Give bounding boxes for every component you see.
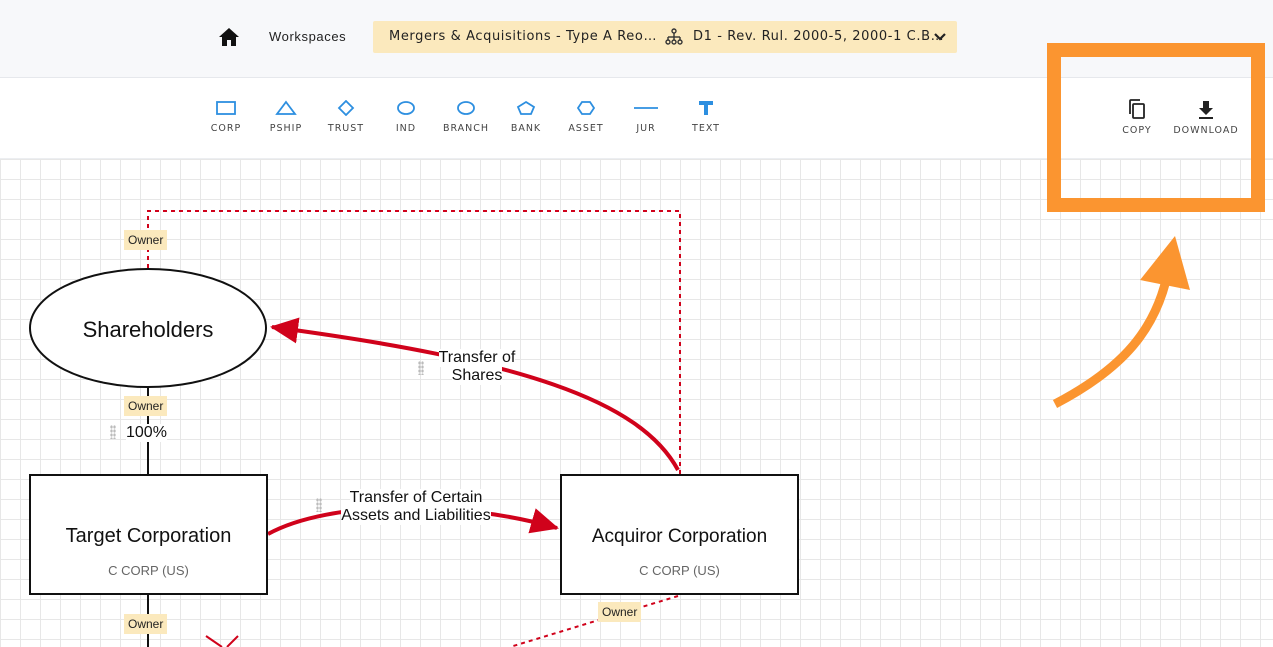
- workspace-title[interactable]: Mergers & Acquisitions - Type A Reo…: [389, 29, 657, 44]
- tool-text[interactable]: TEXT: [676, 100, 736, 134]
- copy-label: COPY: [1122, 125, 1152, 136]
- shape-toolbar: CORP PSHIP TRUST IND BRANCH BANK ASSET J…: [0, 78, 1273, 159]
- tool-jur[interactable]: JUR: [616, 100, 676, 134]
- download-icon: [1199, 101, 1213, 119]
- target-type: C CORP (US): [108, 563, 189, 578]
- diamond-icon: [337, 100, 355, 116]
- acquiror-type: C CORP (US): [639, 563, 720, 578]
- tool-ind[interactable]: IND: [376, 100, 436, 134]
- tool-trust[interactable]: TRUST: [316, 100, 376, 134]
- download-button[interactable]: DOWNLOAD: [1170, 98, 1242, 136]
- tool-branch[interactable]: BRANCH: [436, 100, 496, 134]
- rectangle-icon: [216, 101, 236, 115]
- tool-corp[interactable]: CORP: [196, 100, 256, 134]
- tool-pship[interactable]: PSHIP: [256, 100, 316, 134]
- acquiror-name: Acquiror Corporation: [591, 526, 768, 547]
- workspaces-link[interactable]: Workspaces: [269, 29, 346, 44]
- transfer-assets-line2: Assets and Liabilities: [341, 507, 491, 525]
- copy-icon: [1129, 99, 1145, 119]
- shareholders-name: Shareholders: [82, 317, 214, 342]
- pentagon-icon: [516, 100, 536, 115]
- target-node[interactable]: Target Corporation C CORP (US): [31, 476, 266, 593]
- owner-tag[interactable]: Owner: [598, 602, 642, 622]
- acquiror-node[interactable]: Acquiror Corporation C CORP (US): [562, 476, 797, 593]
- download-label: DOWNLOAD: [1173, 125, 1239, 136]
- hexagon-icon: [576, 101, 596, 115]
- ellipse-icon: [397, 101, 415, 115]
- transfer-shares-label[interactable]: Transfer of Shares: [427, 349, 527, 385]
- drag-handle-icon[interactable]: [418, 361, 424, 375]
- tool-label: JUR: [636, 123, 656, 134]
- tool-label: PSHIP: [269, 123, 303, 134]
- text-icon: [699, 101, 713, 115]
- transfer-assets-line1: Transfer of Certain: [349, 489, 483, 507]
- breadcrumb[interactable]: Mergers & Acquisitions - Type A Reo… D1 …: [373, 21, 957, 53]
- transfer-shares-line2: Shares: [451, 367, 503, 385]
- owner-tag[interactable]: Owner: [124, 614, 168, 634]
- drag-handle-icon[interactable]: [316, 498, 322, 512]
- home-icon[interactable]: [218, 27, 240, 47]
- owner-tag[interactable]: Owner: [124, 230, 168, 250]
- ownership-percentage[interactable]: 100%: [126, 424, 167, 442]
- top-navigation-bar: Workspaces Mergers & Acquisitions - Type…: [0, 0, 1273, 78]
- transfer-shares-line1: Transfer of: [438, 349, 516, 367]
- chevron-down-icon[interactable]: [933, 30, 947, 48]
- line-icon: [634, 107, 658, 109]
- tool-label: IND: [395, 123, 417, 134]
- transfer-assets-label[interactable]: Transfer of Certain Assets and Liabiliti…: [326, 489, 506, 525]
- org-chart-icon: [665, 28, 683, 50]
- owner-tag[interactable]: Owner: [124, 396, 168, 416]
- tool-bank[interactable]: BANK: [496, 100, 556, 134]
- copy-button[interactable]: COPY: [1118, 98, 1156, 136]
- tool-label: ASSET: [568, 123, 604, 134]
- tool-label: BRANCH: [442, 123, 490, 134]
- tool-asset[interactable]: ASSET: [556, 100, 616, 134]
- triangle-icon: [275, 100, 297, 115]
- drag-handle-icon[interactable]: [110, 425, 116, 439]
- oval-icon: [457, 101, 475, 115]
- tool-label: BANK: [510, 123, 542, 134]
- tool-label: TRUST: [327, 123, 365, 134]
- shareholders-node[interactable]: Shareholders: [30, 300, 266, 360]
- diagram-title[interactable]: D1 - Rev. Rul. 2000-5, 2000-1 C.B…: [693, 29, 944, 44]
- tool-label: CORP: [210, 123, 242, 134]
- target-name: Target Corporation: [65, 525, 232, 547]
- tool-label: TEXT: [692, 123, 720, 134]
